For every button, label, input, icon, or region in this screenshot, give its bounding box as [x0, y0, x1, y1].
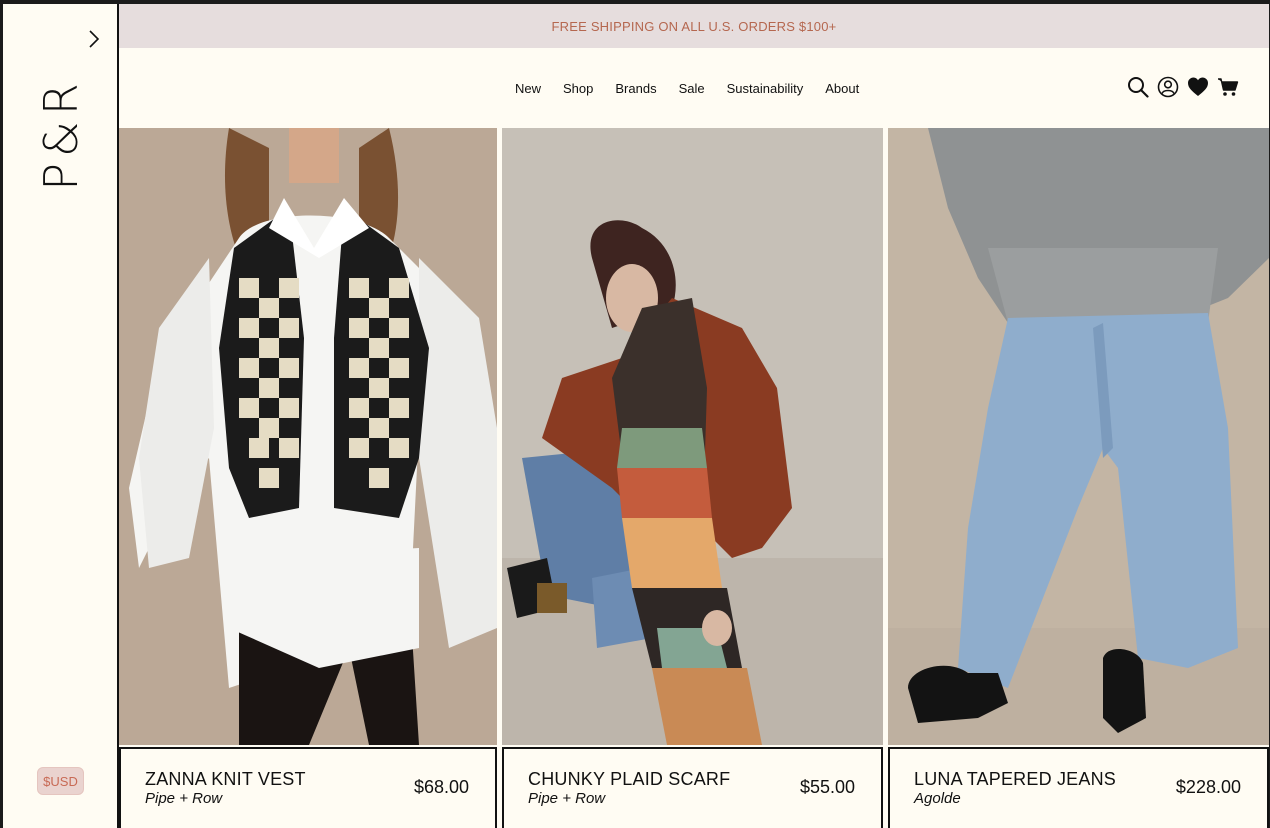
- cart-icon[interactable]: [1217, 76, 1239, 98]
- product-card[interactable]: CHUNKY PLAID SCARF Pipe + Row $55.00: [502, 128, 883, 828]
- product-brand: Pipe + Row: [145, 790, 223, 807]
- nav-item-shop[interactable]: Shop: [563, 81, 593, 96]
- product-card[interactable]: LUNA TAPERED JEANS Agolde $228.00: [888, 128, 1269, 828]
- product-price: $68.00: [413, 777, 469, 797]
- product-price: $55.00: [799, 777, 855, 797]
- header: New Shop Brands Sale Sustainability Abou…: [119, 48, 1269, 128]
- main-nav: New Shop Brands Sale Sustainability Abou…: [515, 48, 881, 128]
- product-name[interactable]: CHUNKY PLAID SCARF: [528, 769, 730, 790]
- nav-item-sustainability[interactable]: Sustainability: [727, 81, 804, 96]
- header-icons: [1127, 76, 1239, 98]
- nav-item-brands[interactable]: Brands: [615, 81, 656, 96]
- product-brand: Agolde: [914, 790, 961, 807]
- product-info[interactable]: ZANNA KNIT VEST Pipe + Row $68.00: [119, 747, 497, 828]
- product-image[interactable]: [119, 128, 497, 745]
- announcement-bar: FREE SHIPPING ON ALL U.S. ORDERS $100+: [119, 4, 1269, 48]
- product-info[interactable]: LUNA TAPERED JEANS Agolde $228.00: [888, 747, 1269, 828]
- product-name[interactable]: ZANNA KNIT VEST: [145, 769, 306, 790]
- currency-selector[interactable]: $USD: [37, 767, 84, 795]
- nav-item-new[interactable]: New: [515, 81, 541, 96]
- account-icon[interactable]: [1157, 76, 1179, 98]
- product-price: $228.00: [1175, 777, 1241, 797]
- sidebar: P&R $USD: [3, 4, 119, 828]
- product-name[interactable]: LUNA TAPERED JEANS: [914, 769, 1116, 790]
- chevron-right-icon[interactable]: [83, 26, 105, 52]
- nav-item-about[interactable]: About: [825, 81, 859, 96]
- product-info[interactable]: CHUNKY PLAID SCARF Pipe + Row $55.00: [502, 747, 883, 828]
- nav-item-sale[interactable]: Sale: [679, 81, 705, 96]
- logo[interactable]: P&R: [34, 77, 88, 191]
- product-card[interactable]: ZANNA KNIT VEST Pipe + Row $68.00: [119, 128, 497, 828]
- product-grid: ZANNA KNIT VEST Pipe + Row $68.00 CHUNKY…: [119, 128, 1269, 828]
- wishlist-heart-icon[interactable]: [1187, 76, 1209, 98]
- page-frame: P&R $USD FREE SHIPPING ON ALL U.S. ORDER…: [3, 4, 1269, 828]
- product-image[interactable]: [888, 128, 1269, 745]
- search-icon[interactable]: [1127, 76, 1149, 98]
- product-brand: Pipe + Row: [528, 790, 606, 807]
- product-image[interactable]: [502, 128, 883, 745]
